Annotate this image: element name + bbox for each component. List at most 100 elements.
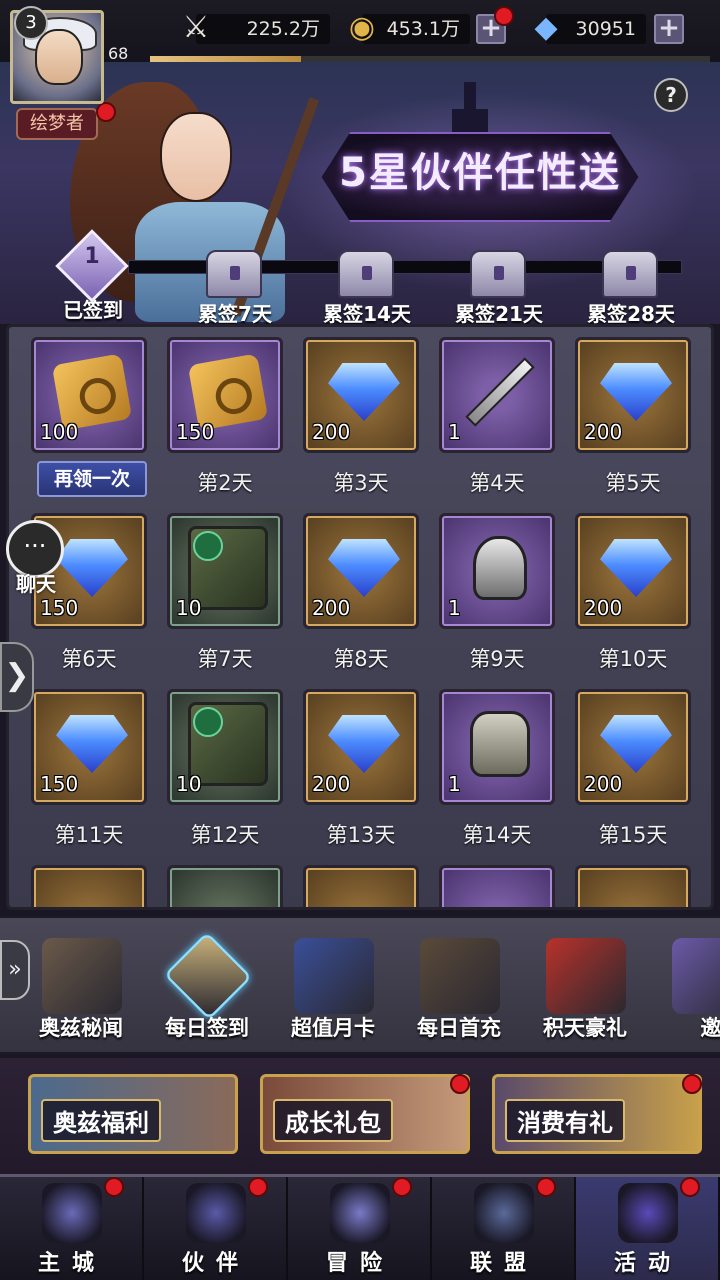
diamond-icon-shape: [328, 539, 400, 597]
expand-side-arrow[interactable]: ❯: [0, 642, 34, 712]
chest-icon[interactable]: [338, 250, 394, 298]
reward-quantity: 1: [448, 596, 461, 620]
witch-hat-icon: [420, 938, 500, 1014]
nav-castle[interactable]: 主城: [0, 1177, 144, 1280]
reward-cell[interactable]: 1: [439, 513, 555, 629]
notification-dot: [392, 1177, 412, 1197]
notification-dot: [494, 6, 514, 26]
tabs-scroll-arrow[interactable]: »: [0, 940, 30, 1000]
avatar-face: [35, 29, 83, 85]
reward-cell[interactable]: 10: [167, 689, 283, 805]
nav-label: 联盟: [469, 1251, 538, 1276]
reward-quantity: 1: [448, 420, 461, 444]
help-button[interactable]: ?: [654, 78, 688, 112]
day-label: 第6天: [61, 647, 117, 671]
chat-label[interactable]: 聊天: [6, 568, 66, 597]
signed-count: 1: [84, 244, 100, 269]
day-label: 第3天: [333, 471, 389, 495]
helmet-icon-shape: [473, 536, 527, 600]
reward-cell[interactable]: 100: [31, 337, 147, 453]
chest-icon[interactable]: [470, 250, 526, 298]
reward-cell[interactable]: 200: [575, 513, 691, 629]
reward-cell[interactable]: 1: [439, 337, 555, 453]
sword-wings-icon: ⚔: [182, 10, 210, 45]
power-counter: ⚔ 225.2万: [183, 13, 330, 44]
reward-cell[interactable]: 200: [575, 337, 691, 453]
notification-dot: [680, 1177, 700, 1197]
reward-quantity: 1: [448, 772, 461, 796]
reward-cell[interactable]: 10: [167, 513, 283, 629]
promo-label: 奥兹福利: [41, 1099, 161, 1142]
chest-icon[interactable]: [206, 250, 262, 298]
day-label: 第10天: [598, 647, 668, 671]
reward-cell[interactable]: 150: [31, 689, 147, 805]
tab-label: 邀: [700, 1016, 720, 1040]
promo-oz-welfare[interactable]: 奥兹福利: [28, 1074, 238, 1154]
tab-quill-scroll[interactable]: 每日签到: [144, 918, 270, 1056]
power-value: 225.2万: [246, 18, 320, 40]
day-label: 第7天: [197, 647, 253, 671]
diamond-icon: ◆: [534, 10, 558, 45]
tab-scarecrow[interactable]: 奥兹秘闻: [18, 918, 144, 1056]
promo-label: 成长礼包: [273, 1099, 393, 1142]
scarecrow-icon: [42, 938, 122, 1014]
cards-icon: [618, 1183, 678, 1243]
tab-witch-hat[interactable]: 每日首充: [396, 918, 522, 1056]
diamond-icon-shape: [328, 363, 400, 421]
claim-again-button[interactable]: 再领一次: [37, 461, 147, 497]
reward-cell[interactable]: 200: [303, 337, 419, 453]
reward-cell[interactable]: 150: [167, 337, 283, 453]
nav-label: 伙伴: [181, 1251, 250, 1276]
player-level: 68: [108, 44, 129, 63]
notification-dot: [536, 1177, 556, 1197]
milestone-label: 累签14天: [323, 302, 411, 324]
reward-cell[interactable]: [31, 865, 147, 907]
day-label: 第4天: [469, 471, 525, 495]
chest-icon[interactable]: [602, 250, 658, 298]
diamond-icon-shape: [56, 539, 128, 597]
reward-cell[interactable]: [575, 865, 691, 907]
promo-growth-pack[interactable]: 成长礼包: [260, 1074, 470, 1154]
nav-shield[interactable]: 联盟: [432, 1177, 576, 1280]
tab-month-card[interactable]: 超值月卡: [270, 918, 396, 1056]
diamond-icon-shape: [600, 715, 672, 773]
day-label: 第8天: [333, 647, 389, 671]
reward-quantity: 200: [312, 772, 351, 796]
reward-cell[interactable]: 200: [575, 689, 691, 805]
reward-cell[interactable]: [167, 865, 283, 907]
nav-crystal-orb[interactable]: 冒险: [288, 1177, 432, 1280]
day-label: 第9天: [469, 647, 525, 671]
nav-cards[interactable]: 活动: [576, 1177, 720, 1280]
promo-spend-reward[interactable]: 消费有礼: [492, 1074, 702, 1154]
nav-hat[interactable]: 伙伴: [144, 1177, 288, 1280]
reward-cell[interactable]: 1: [439, 689, 555, 805]
tab-gift-box[interactable]: 积天豪礼: [522, 918, 648, 1056]
crystal-icon: [672, 938, 720, 1014]
reward-quantity: 150: [40, 596, 79, 620]
reward-cell[interactable]: [439, 865, 555, 907]
promo-label: 消费有礼: [505, 1099, 625, 1142]
notification-dot: [96, 102, 116, 122]
reward-cell[interactable]: 200: [303, 513, 419, 629]
add-gems-button[interactable]: +: [654, 14, 684, 44]
reward-quantity: 100: [40, 420, 79, 444]
day-label: 第12天: [190, 823, 260, 847]
notification-dot: [104, 1177, 124, 1197]
reward-cell[interactable]: 200: [303, 689, 419, 805]
player-title-badge[interactable]: 绘梦者: [16, 108, 98, 140]
tab-label: 每日首充: [417, 1016, 501, 1040]
gift-box-icon: [546, 938, 626, 1014]
nav-label: 冒险: [325, 1251, 394, 1276]
reward-quantity: 200: [312, 420, 351, 444]
reward-quantity: 150: [176, 420, 215, 444]
reward-quantity: 10: [176, 596, 202, 620]
reward-cell[interactable]: [303, 865, 419, 907]
day-label: 第15天: [598, 823, 668, 847]
sword-icon-shape: [465, 357, 535, 427]
signed-label: 已签到: [63, 298, 123, 322]
reward-quantity: 200: [584, 772, 623, 796]
castle-icon: [42, 1183, 102, 1243]
tab-crystal[interactable]: 邀: [648, 918, 720, 1056]
day-label: 第2天: [197, 471, 253, 495]
gold-coin-icon: ◉: [348, 10, 376, 45]
